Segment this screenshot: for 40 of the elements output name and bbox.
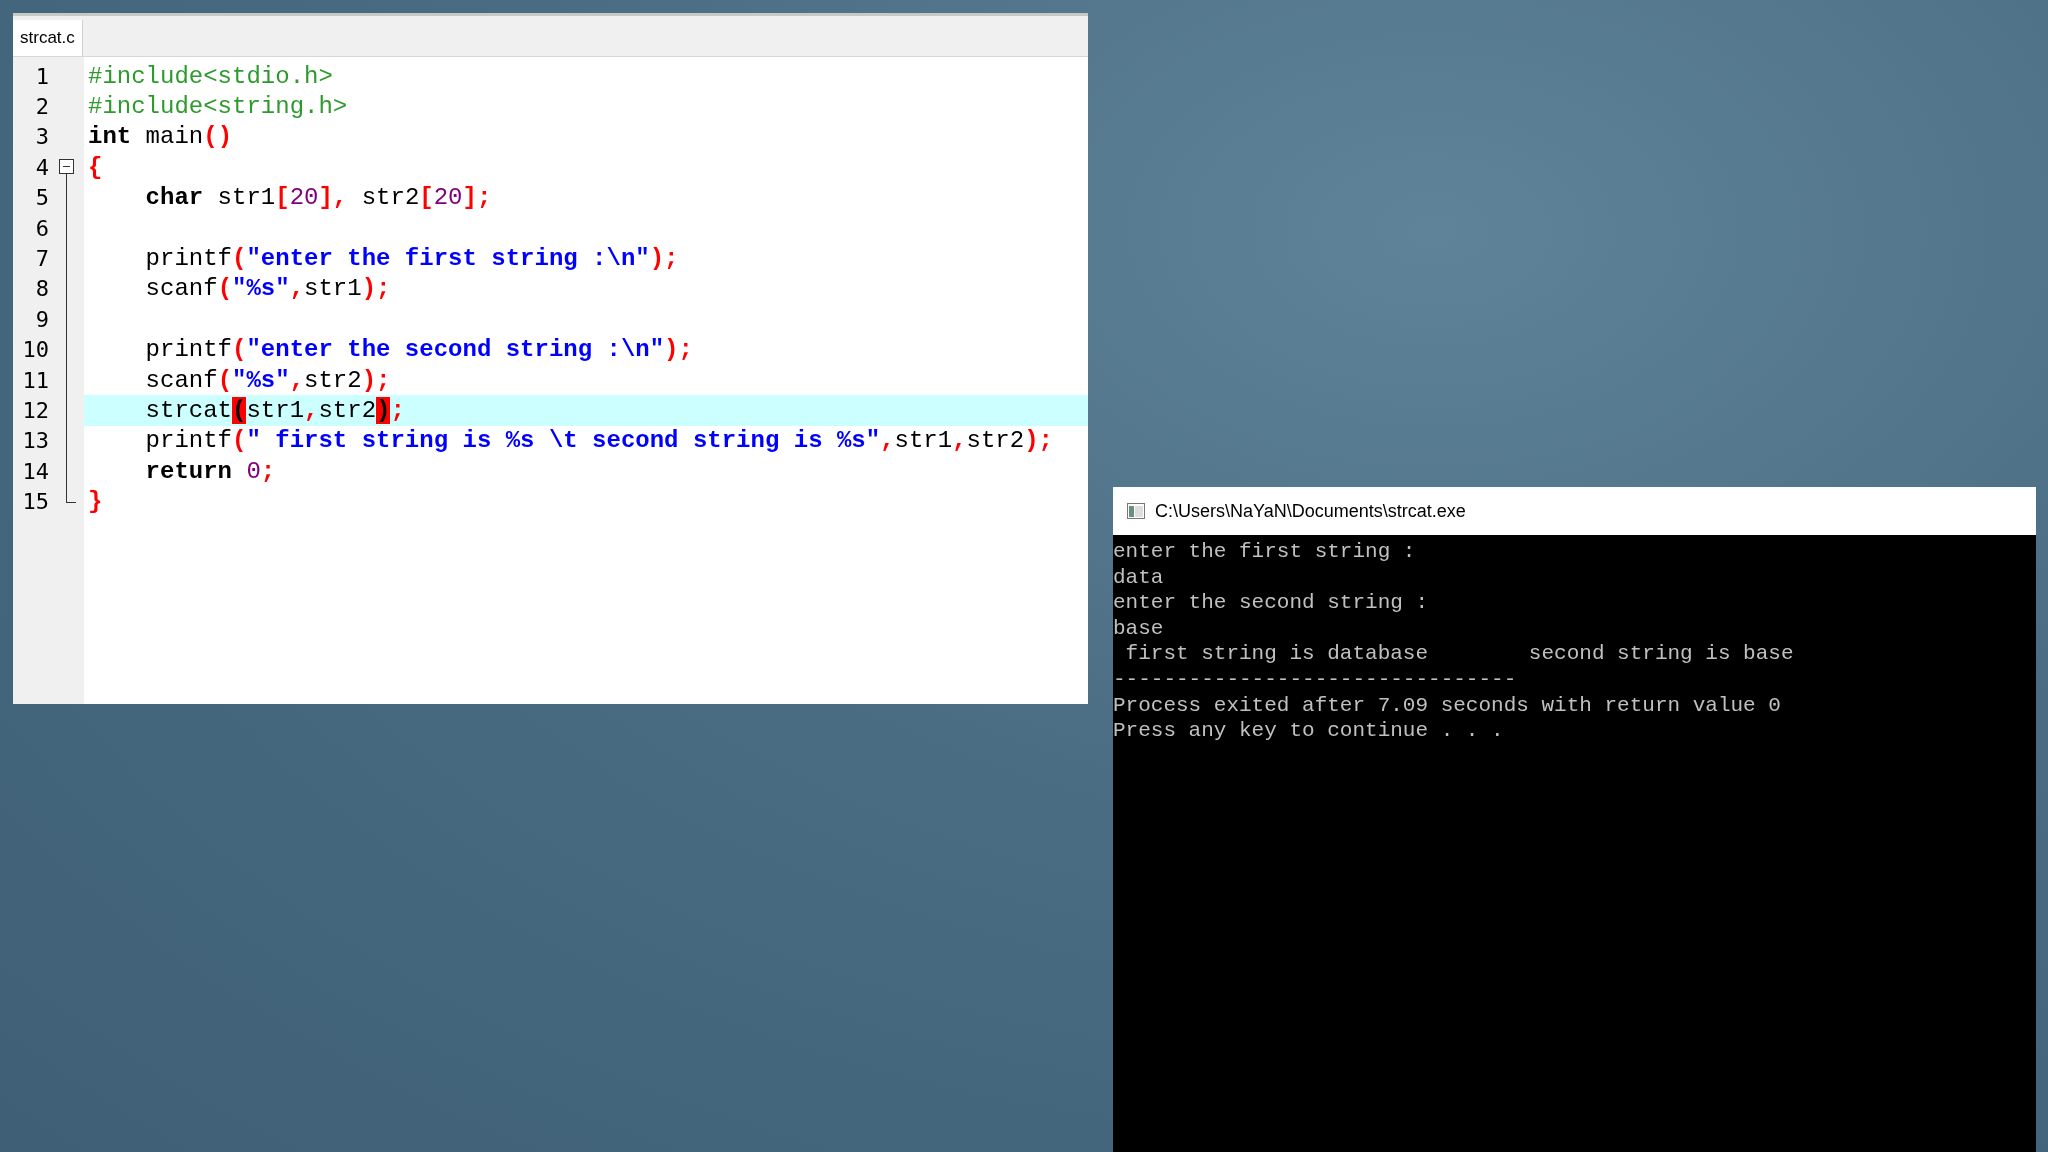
console-title: C:\Users\NaYaN\Documents\strcat.exe [1155, 500, 1466, 522]
console-output-line: -------------------------------- [1113, 666, 1518, 693]
code-line: #include<string.h> [88, 93, 348, 121]
code-line: char str1[20], str2[20]; [144, 184, 492, 212]
code-line: scanf("%s",str2); [144, 366, 391, 394]
console-output-line: Press any key to continue . . . [1113, 718, 1505, 744]
console-output-line: data [1113, 564, 1165, 591]
file-tab[interactable]: strcat.c [13, 20, 83, 56]
code-line: return 0; [144, 457, 276, 485]
console-window-icon [1127, 503, 1145, 519]
line-number: 11 [21, 367, 49, 393]
line-number: 8 [34, 276, 49, 302]
code-line: printf("enter the first string :\n"); [144, 245, 679, 273]
code-line: printf(" first string is %s \t second string is %s",str1,str2); [144, 427, 1053, 455]
collapse-icon[interactable] [59, 159, 74, 175]
console-output-line: enter the first string : [1113, 539, 1417, 565]
line-number: 2 [34, 94, 49, 120]
line-number: 1 [34, 63, 49, 89]
line-number: 14 [21, 458, 49, 484]
line-number: 9 [34, 306, 49, 332]
line-number: 15 [21, 489, 49, 515]
console-output-line: Process exited after 7.09 seconds with return value 0 [1113, 692, 1782, 719]
code-line: #include<stdio.h> [88, 62, 333, 90]
line-number: 6 [34, 215, 49, 241]
line-number: 10 [21, 337, 49, 363]
console-output-line: base [1113, 615, 1165, 642]
console-output-line: first string is database second string is base [1124, 641, 1795, 667]
line-number: 5 [34, 185, 49, 211]
line-number: 12 [21, 398, 49, 423]
line-number: 4 [34, 154, 49, 180]
code-line: int main() [88, 123, 233, 151]
code-line: } [88, 488, 103, 516]
code-line: printf("enter the second string :\n"); [144, 336, 693, 364]
line-number: 7 [34, 246, 49, 272]
line-number: 3 [34, 124, 49, 150]
console-output-line: enter the second string : [1113, 590, 1430, 616]
code-line: strcat(str1,str2); [144, 397, 405, 424]
code-line: scanf("%s",str1); [144, 275, 391, 303]
line-number: 13 [21, 428, 49, 454]
code-line: { [88, 153, 103, 181]
